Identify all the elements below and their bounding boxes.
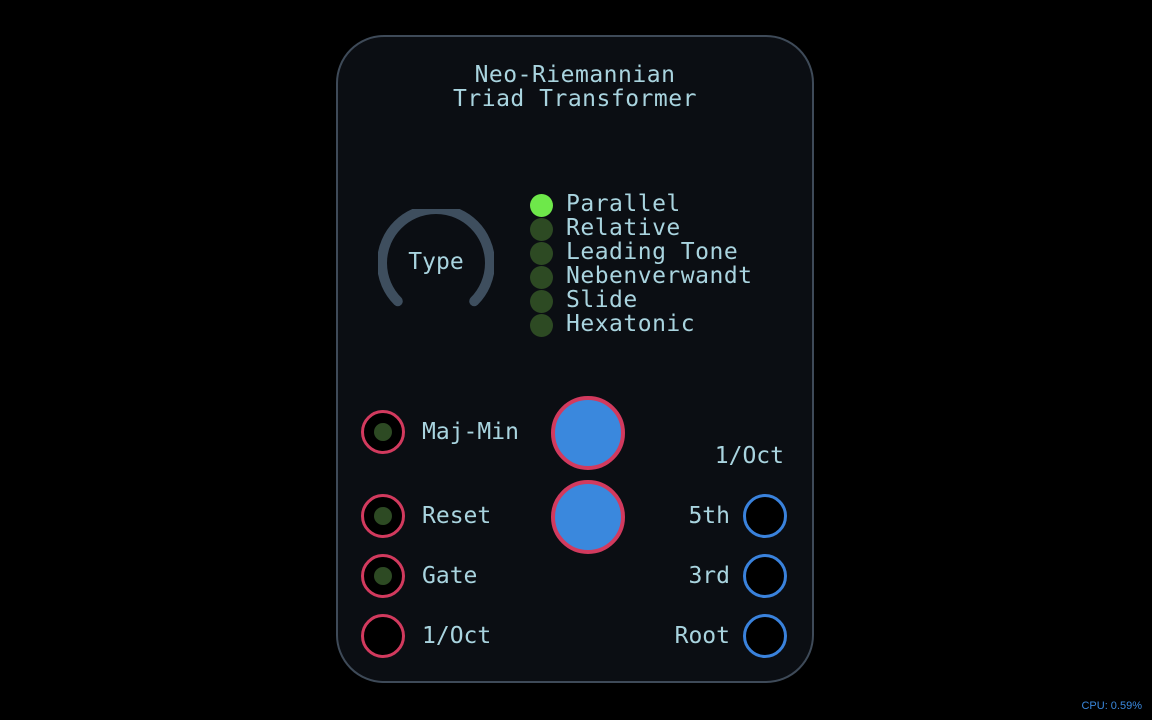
oct-input-jack[interactable]	[361, 614, 405, 658]
outputs-header-label: 1/Oct	[714, 443, 784, 469]
gate-led	[374, 567, 392, 585]
root-output-jack[interactable]	[743, 614, 787, 658]
mode-led-slide	[530, 290, 553, 313]
mode-led-hexatonic	[530, 314, 553, 337]
fifth-label: 5th	[688, 503, 730, 529]
maj-min-led	[374, 423, 392, 441]
fifth-output-jack[interactable]	[743, 494, 787, 538]
reset-input-jack[interactable]	[361, 494, 405, 538]
mode-label: Nebenverwandt	[566, 263, 753, 289]
mode-led-nebenverwandt	[530, 266, 553, 289]
cpu-usage-readout: CPU: 0.59%	[1081, 700, 1142, 712]
module-panel: Neo-Riemannian Triad Transformer Type Pa…	[336, 35, 814, 683]
mode-label: Leading Tone	[566, 239, 739, 265]
maj-min-label: Maj-Min	[422, 419, 519, 445]
root-label: Root	[674, 623, 730, 649]
mode-led-parallel	[530, 194, 553, 217]
gate-input-jack[interactable]	[361, 554, 405, 598]
type-knob-label: Type	[408, 249, 464, 275]
mode-led-leading-tone	[530, 242, 553, 265]
mode-label: Slide	[566, 287, 638, 313]
gate-label: Gate	[422, 563, 478, 589]
maj-min-button[interactable]	[551, 396, 625, 470]
mode-label: Parallel	[566, 191, 681, 217]
reset-button[interactable]	[551, 480, 625, 554]
mode-label: Relative	[566, 215, 681, 241]
oct-input-label: 1/Oct	[422, 623, 492, 649]
module-title-line2: Triad Transformer	[453, 86, 697, 112]
reset-label: Reset	[422, 503, 492, 529]
third-output-jack[interactable]	[743, 554, 787, 598]
reset-led	[374, 507, 392, 525]
module-title-line1: Neo-Riemannian	[474, 62, 676, 88]
mode-led-relative	[530, 218, 553, 241]
third-label: 3rd	[688, 563, 730, 589]
mode-label: Hexatonic	[566, 311, 696, 337]
maj-min-input-jack[interactable]	[361, 410, 405, 454]
